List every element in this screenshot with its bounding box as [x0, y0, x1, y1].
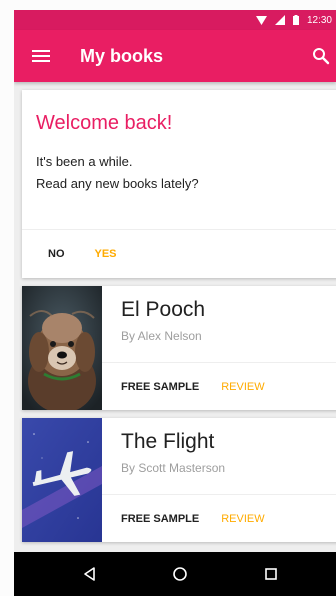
- welcome-title: Welcome back!: [36, 112, 173, 134]
- back-icon[interactable]: [81, 565, 99, 583]
- book-info: El Pooch By Alex Nelson FREE SAMPLE REVI…: [102, 286, 336, 410]
- status-bar: 12:30: [14, 10, 336, 30]
- welcome-line-2: Read any new books lately?: [36, 176, 199, 191]
- book-author: By Scott Masterson: [121, 461, 226, 475]
- welcome-card: Welcome back! It's been a while. Read an…: [22, 90, 336, 278]
- search-icon[interactable]: [312, 47, 330, 65]
- status-time: 12:30: [306, 14, 332, 26]
- content-area: Welcome back! It's been a while. Read an…: [14, 82, 336, 542]
- free-sample-button[interactable]: FREE SAMPLE: [121, 381, 199, 393]
- airplane-cover-image[interactable]: [22, 418, 102, 542]
- book-card-el-pooch[interactable]: El Pooch By Alex Nelson FREE SAMPLE REVI…: [22, 286, 336, 410]
- welcome-line-1: It's been a while.: [36, 154, 133, 169]
- battery-icon: [292, 15, 299, 25]
- book-actions: FREE SAMPLE REVIEW: [102, 494, 336, 543]
- book-actions: FREE SAMPLE REVIEW: [102, 362, 336, 411]
- book-info: The Flight By Scott Masterson FREE SAMPL…: [102, 418, 336, 542]
- phone-screen: 12:30 My books Welcome back! It's been a…: [14, 10, 336, 596]
- welcome-actions: NO YES: [22, 229, 336, 278]
- yes-button[interactable]: YES: [95, 248, 117, 260]
- review-button[interactable]: REVIEW: [221, 513, 264, 525]
- review-button[interactable]: REVIEW: [221, 381, 264, 393]
- recents-icon[interactable]: [262, 565, 280, 583]
- app-bar: My books: [14, 30, 336, 82]
- menu-icon[interactable]: [32, 50, 50, 62]
- wifi-icon: [255, 15, 267, 25]
- book-title[interactable]: El Pooch: [121, 298, 205, 322]
- free-sample-button[interactable]: FREE SAMPLE: [121, 513, 199, 525]
- page-title: My books: [80, 45, 164, 66]
- book-card-the-flight[interactable]: The Flight By Scott Masterson FREE SAMPL…: [22, 418, 336, 542]
- signal-icon: [274, 15, 285, 25]
- welcome-message: It's been a while. Read any new books la…: [36, 151, 199, 195]
- dog-cover-image[interactable]: [22, 286, 102, 410]
- book-title[interactable]: The Flight: [121, 430, 214, 454]
- home-icon[interactable]: [171, 565, 189, 583]
- no-button[interactable]: NO: [48, 248, 65, 260]
- book-author: By Alex Nelson: [121, 329, 202, 343]
- navigation-bar: [14, 552, 336, 596]
